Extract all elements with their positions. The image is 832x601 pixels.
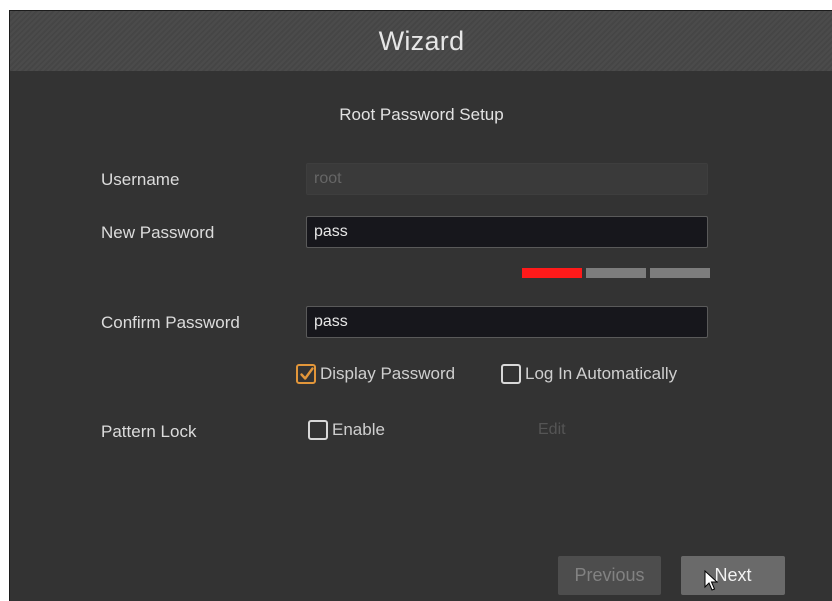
checkmark-icon [300, 367, 314, 380]
pattern-lock-enable-checkbox[interactable] [308, 420, 328, 440]
next-button[interactable]: Next [681, 556, 785, 595]
new-password-field[interactable] [306, 216, 708, 248]
username-field [306, 163, 708, 195]
display-password-option[interactable]: Display Password [296, 364, 455, 384]
confirm-password-field[interactable] [306, 306, 708, 338]
display-password-label: Display Password [320, 364, 456, 383]
confirm-password-label: Confirm Password [101, 313, 240, 332]
pattern-lock-label: Pattern Lock [101, 422, 197, 441]
wizard-dialog: Wizard Root Password Setup Username New … [9, 10, 832, 601]
previous-button[interactable]: Previous [558, 556, 661, 595]
mouse-cursor-icon [704, 570, 718, 591]
section-subtitle: Root Password Setup [339, 105, 504, 124]
title-bar: Wizard [10, 11, 832, 71]
password-strength-bar-1 [522, 268, 582, 278]
pattern-lock-enable-label: Enable [332, 420, 385, 439]
password-strength-bar-2 [586, 268, 646, 278]
dialog-title: Wizard [378, 25, 465, 56]
log-in-automatically-checkbox[interactable] [501, 364, 521, 384]
log-in-automatically-option[interactable]: Log In Automatically [501, 364, 677, 384]
new-password-label: New Password [101, 223, 215, 242]
username-label: Username [101, 170, 180, 189]
pattern-lock-edit-link[interactable]: Edit [538, 421, 566, 439]
display-password-checkbox[interactable] [296, 364, 316, 384]
password-strength-bar-3 [650, 268, 710, 278]
pattern-lock-enable-option[interactable]: Enable [308, 420, 385, 440]
log-in-automatically-label: Log In Automatically [525, 364, 678, 383]
